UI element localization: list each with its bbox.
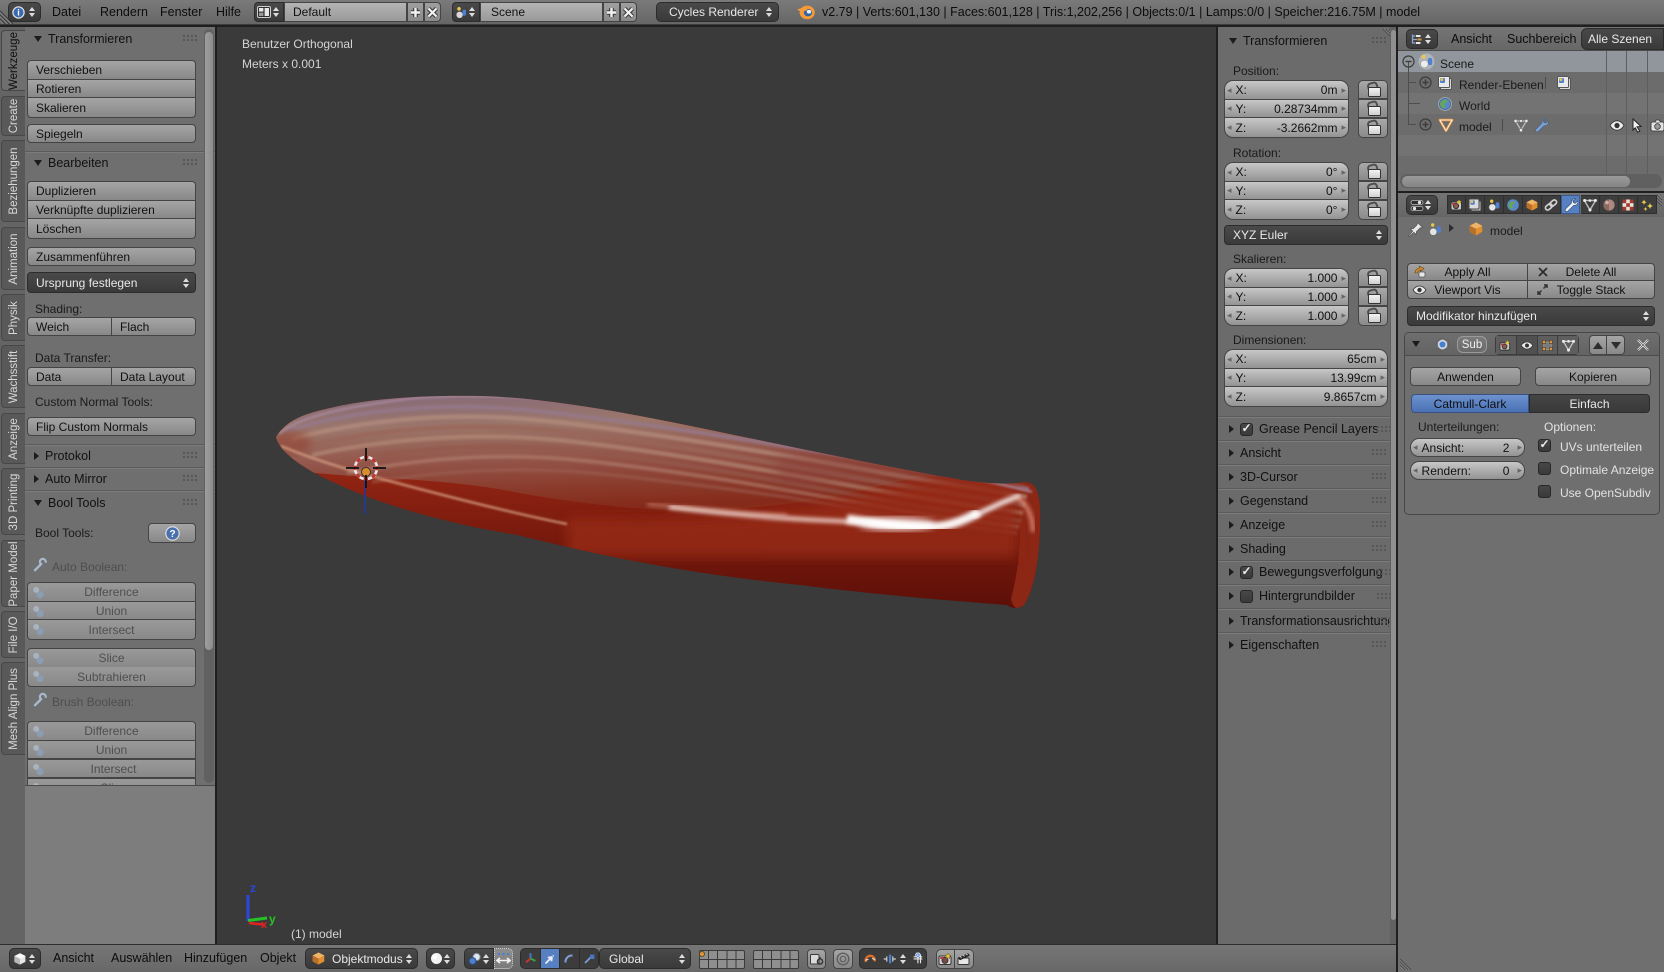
svg-text:z: z xyxy=(250,881,256,895)
svg-text:x: x xyxy=(261,919,268,931)
svg-text:y: y xyxy=(269,912,276,926)
svg-text:i: i xyxy=(17,7,20,17)
svg-text:?: ? xyxy=(169,529,175,540)
